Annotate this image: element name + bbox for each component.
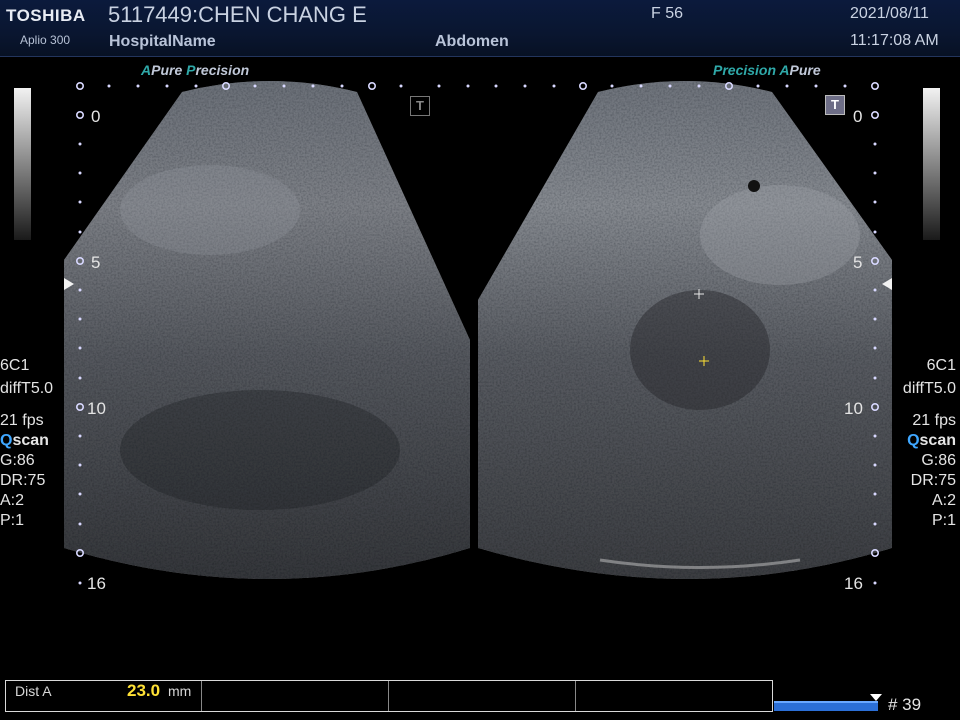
exam-date: 2021/08/11	[850, 5, 929, 22]
frame-rate-label: 21 fps	[912, 412, 956, 429]
right-depth-16: 16	[844, 574, 863, 593]
measurement-panel: Dist A 23.0 mm	[5, 680, 773, 712]
cine-marker-icon	[870, 694, 882, 701]
left-image-t-button[interactable]: T	[410, 96, 430, 116]
right-precision-apure-logo: Precision APure	[713, 62, 821, 78]
left-depth-16: 16	[87, 574, 106, 593]
probe-label: 6C1	[0, 357, 30, 374]
p-param-label: P:1	[0, 512, 25, 529]
measurement-label: Dist A	[15, 683, 52, 699]
measurement-cell-empty	[389, 681, 577, 711]
left-depth-5: 5	[91, 253, 101, 272]
qscan-label: Qscan	[0, 432, 49, 449]
cine-progress-bar[interactable]	[774, 701, 878, 711]
right-parameter-panel: 6C1 diffT5.0 21 fps Qscan G:86 DR:75 A:2…	[903, 356, 956, 531]
right-image-t-button[interactable]: T	[825, 95, 845, 115]
right-depth-0: 0	[853, 107, 863, 126]
right-grayscale-bar	[923, 88, 940, 240]
frequency-label: diffT5.0	[0, 380, 54, 397]
dynamic-range-label: DR:75	[0, 472, 46, 489]
measurement-cell-empty	[576, 681, 772, 711]
left-apure-precision-logo: APure Precision	[141, 62, 250, 78]
gain-label: G:86	[921, 452, 956, 469]
left-depth-10: 10	[87, 399, 106, 418]
measurement-unit: mm	[168, 683, 192, 699]
qscan-label: Qscan	[907, 432, 956, 449]
a-param-label: A:2	[0, 492, 25, 509]
measurement-value: 23.0	[127, 681, 161, 700]
left-depth-0: 0	[91, 107, 101, 126]
frame-number: # 39	[888, 695, 922, 714]
frequency-label: diffT5.0	[902, 380, 956, 397]
gain-label: G:86	[0, 452, 35, 469]
hospital-name: HospitalName	[109, 33, 216, 50]
brand-logo: TOSHIBA	[6, 6, 86, 25]
dynamic-range-label: DR:75	[910, 472, 956, 489]
device-model: Aplio 300	[20, 33, 71, 47]
measurement-cell-empty	[202, 681, 389, 711]
exam-preset: Abdomen	[435, 33, 509, 50]
header-bar: TOSHIBA Aplio 300 5117449:CHEN CHANG E H…	[0, 0, 960, 57]
top-dot-scale	[76, 82, 879, 91]
left-grayscale-bar	[14, 88, 31, 240]
patient-sex-age: F 56	[651, 5, 684, 22]
p-param-label: P:1	[931, 512, 956, 529]
right-depth-5: 5	[853, 253, 863, 272]
ultrasound-image-area	[14, 81, 940, 585]
exam-time: 11:17:08 AM	[850, 32, 939, 49]
right-depth-10: 10	[844, 399, 863, 418]
a-param-label: A:2	[931, 492, 956, 509]
left-parameter-panel: 6C1 diffT5.0 21 fps Qscan G:86 DR:75 A:2…	[0, 356, 53, 531]
patient-id-name: 5117449:CHEN CHANG E	[108, 2, 367, 27]
measurement-cell-dist-a[interactable]: Dist A 23.0 mm	[6, 681, 202, 711]
probe-label: 6C1	[926, 357, 956, 374]
frame-rate-label: 21 fps	[0, 412, 44, 429]
